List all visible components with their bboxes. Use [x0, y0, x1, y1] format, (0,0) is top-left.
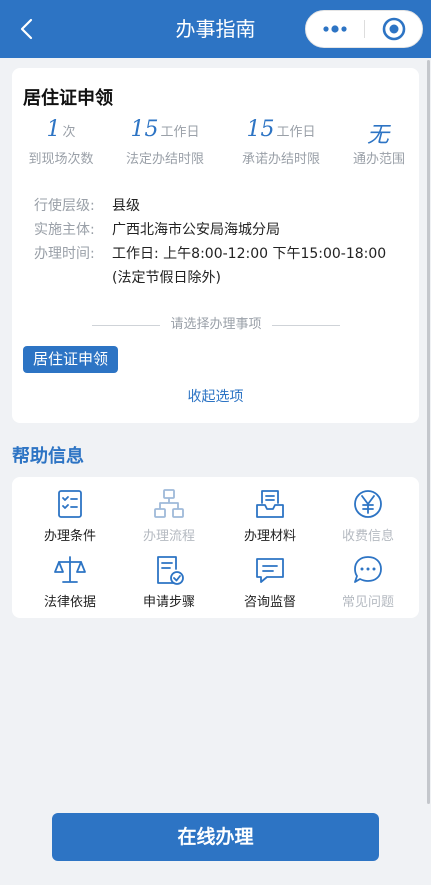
holiday-note: (法定节假日除外) [112, 270, 221, 286]
info-value: 工作日: 上午8:00-12:00 下午15:00-18:00 (法定节假日除外) [112, 243, 386, 289]
page-scrollbar[interactable] [427, 60, 430, 804]
help-item-label: 收费信息 [341, 529, 394, 544]
help-item-fees[interactable]: 收费信息 [317, 487, 419, 551]
info-hours: 办理时间: 工作日: 上午8:00-12:00 下午15:00-18:00 (法定节… [34, 243, 386, 289]
stat-unit: 次 [62, 125, 76, 140]
scales-icon [54, 556, 86, 583]
stat-visits: 1次 到现场次数 [10, 117, 112, 167]
message-square-icon [256, 558, 284, 583]
info-subject: 实施主体: 广西北海市公安局海城分局 [34, 219, 280, 241]
stat-value: 无 [366, 123, 389, 148]
stat-scope: 无 通办范围 [328, 117, 430, 167]
document-check-icon [157, 556, 184, 585]
stat-value: 1 [46, 117, 61, 142]
info-value: 县级 [112, 198, 140, 214]
info-label: 行使层级: [34, 198, 95, 214]
help-item-faq[interactable]: 常见问题 [317, 553, 419, 617]
help-item-label: 申请步骤 [142, 595, 195, 610]
target-close-icon[interactable] [365, 11, 423, 47]
yen-icon [354, 490, 382, 518]
chat-bubble-icon [354, 556, 382, 583]
service-title: 居住证申领 [23, 88, 113, 109]
stat-legal-deadline: 15 工作日 法定办结时限 [114, 117, 216, 167]
stat-label: 通办范围 [352, 152, 405, 167]
stat-label: 承诺办结时限 [241, 152, 320, 167]
inbox-document-icon [256, 490, 284, 518]
stat-value: 15 [246, 117, 275, 142]
help-item-label: 办理条件 [43, 529, 96, 544]
mini-program-capsule [305, 10, 423, 48]
checklist-icon [58, 490, 82, 518]
stat-promised-deadline: 15 工作日 承诺办结时限 [230, 117, 332, 167]
info-value: 广西北海市公安局海城分局 [112, 222, 280, 238]
stat-label: 到现场次数 [28, 152, 94, 167]
collapse-options-link[interactable]: 收起选项 [12, 386, 419, 406]
stat-label: 法定办结时限 [125, 152, 204, 167]
stat-unit: 工作日 [160, 125, 200, 140]
help-item-process[interactable]: 办理流程 [118, 487, 220, 551]
info-label: 办理时间: [34, 246, 95, 262]
stat-value: 15 [130, 117, 159, 142]
help-item-steps[interactable]: 申请步骤 [118, 553, 220, 617]
help-section-title: 帮助信息 [12, 446, 84, 467]
help-item-materials[interactable]: 办理材料 [219, 487, 321, 551]
help-item-legal-basis[interactable]: 法律依据 [19, 553, 121, 617]
help-item-label: 法律依据 [43, 595, 96, 610]
help-grid: 办理条件 办理流程 办理材料 收费信息 法律依据 申请步骤 咨询监督 常见问题 [12, 477, 419, 618]
help-item-label: 办理材料 [243, 529, 296, 544]
info-label: 实施主体: [34, 222, 95, 238]
info-level: 行使层级: 县级 [34, 195, 140, 217]
hours-line: 工作日: 上午8:00-12:00 下午15:00-18:00 [112, 246, 387, 262]
help-item-label: 咨询监督 [243, 595, 296, 610]
help-item-label: 办理流程 [142, 529, 195, 544]
nav-bar: 办事指南 [0, 0, 431, 58]
help-item-label: 常见问题 [341, 595, 394, 610]
select-divider: 请选择办理事项 [92, 315, 340, 335]
help-item-conditions[interactable]: 办理条件 [19, 487, 121, 551]
online-apply-button[interactable]: 在线办理 [52, 813, 379, 861]
more-dots-icon[interactable] [306, 11, 364, 47]
service-card: 居住证申领 1次 到现场次数 15 工作日 法定办结时限 15 工作日 承诺办结时限… [12, 68, 419, 423]
stat-unit: 工作日 [276, 125, 316, 140]
flowchart-icon [154, 489, 184, 518]
help-item-consult[interactable]: 咨询监督 [219, 553, 321, 617]
item-chip-selected[interactable]: 居住证申领 [23, 346, 119, 373]
